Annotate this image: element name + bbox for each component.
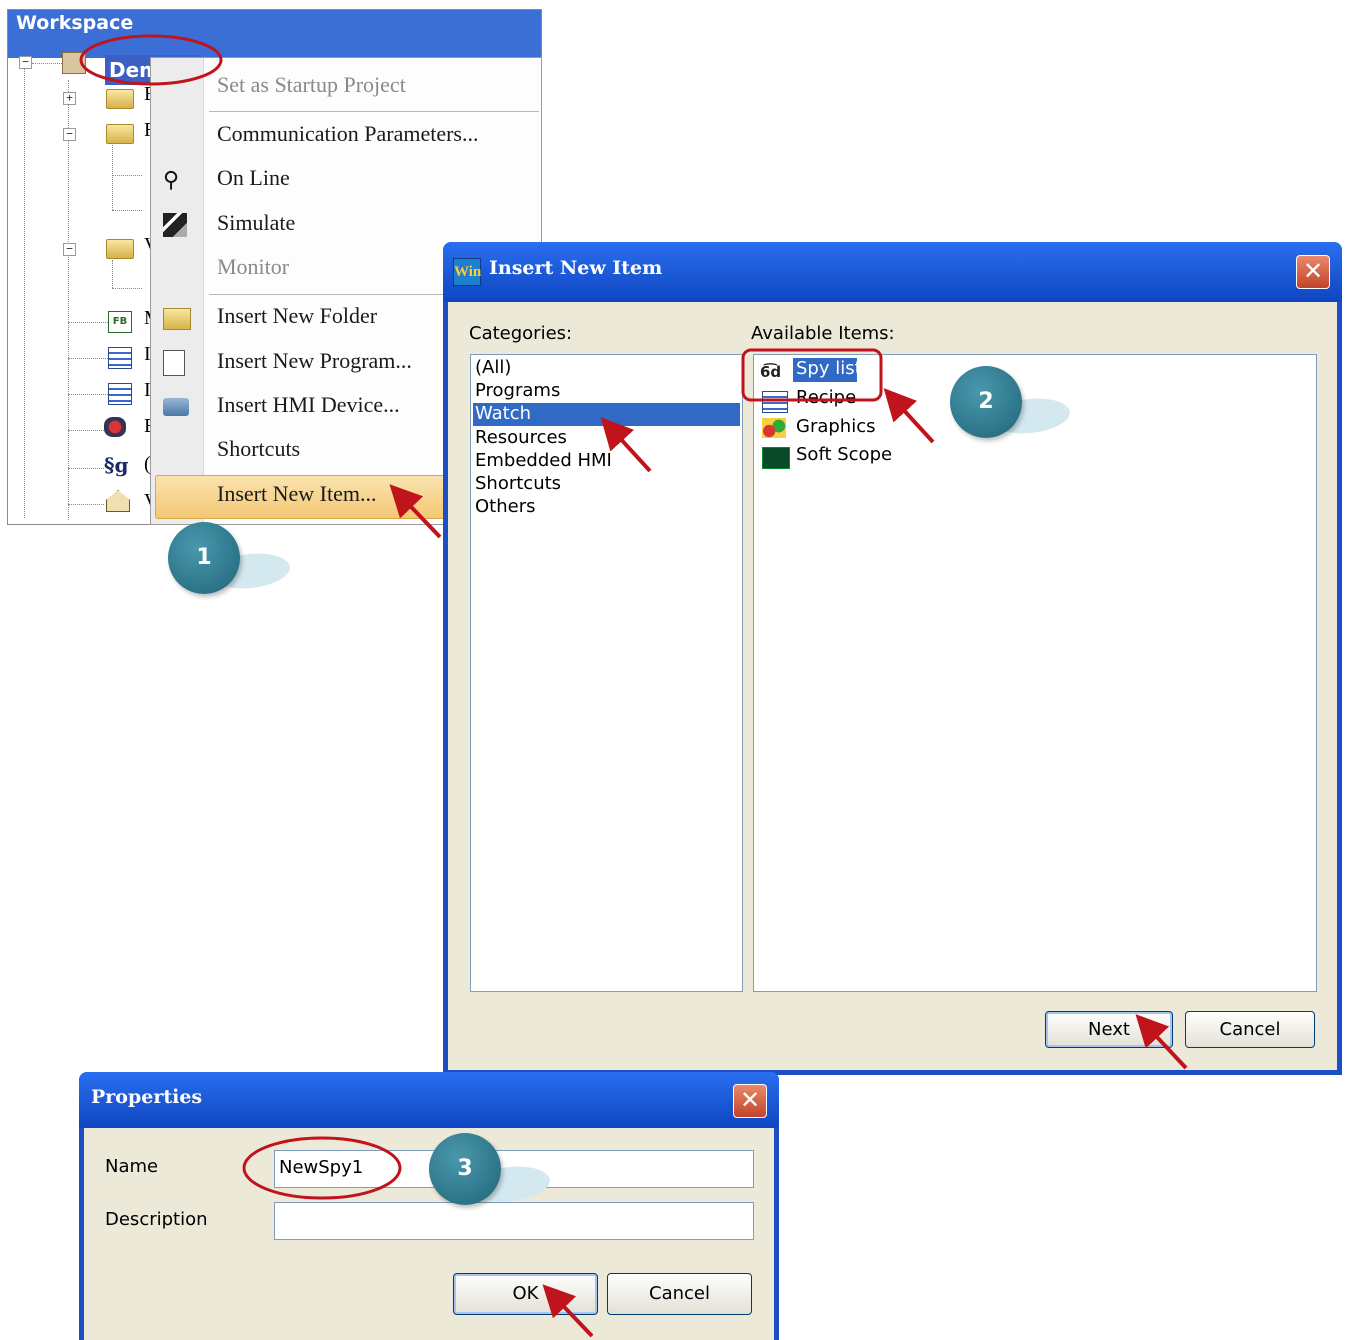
highlight-ellipse (242, 1136, 402, 1200)
pointer-arrow (1135, 1014, 1188, 1070)
highlight-box (741, 348, 883, 402)
pointer-arrow (389, 484, 442, 539)
annotation-overlay (79, 34, 1188, 1338)
step-badge-1: 1 (168, 522, 240, 594)
pointer-arrow (600, 417, 652, 473)
step-badge-3: 3 (429, 1133, 501, 1205)
highlight-ellipse (79, 34, 223, 86)
pointer-arrow (883, 388, 935, 444)
step-badge-2: 2 (950, 366, 1022, 438)
pointer-arrow (542, 1284, 594, 1338)
